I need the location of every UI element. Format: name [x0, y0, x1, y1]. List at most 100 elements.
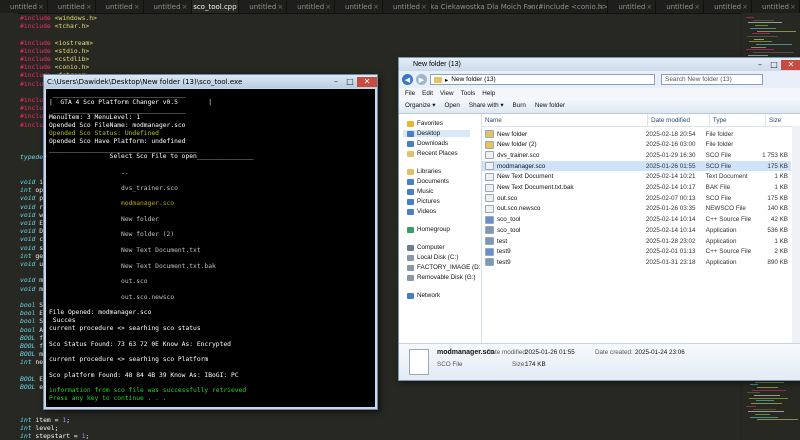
console-titlebar[interactable]: C:\Users\Dawidek\Desktop\New folder (13)…: [44, 75, 377, 88]
address-bar[interactable]: ▸ New folder (13): [430, 74, 655, 85]
editor-tab[interactable]: sco_tool.cpp ×: [191, 0, 240, 13]
editor-tab[interactable]: untitled ×: [287, 0, 336, 13]
editor-tab[interactable]: untitled ×: [96, 0, 144, 13]
maximize-button[interactable]: □: [343, 77, 357, 87]
close-button[interactable]: ✕: [357, 76, 377, 87]
explorer-window[interactable]: New folder (13) – □ ✕ ◀ ▶ ▸ New folder (…: [398, 57, 800, 381]
explorer-titlebar[interactable]: New folder (13) – □ ✕: [399, 58, 800, 71]
close-tab-icon[interactable]: ×: [182, 3, 188, 11]
file-row[interactable]: sco_tool 2025-02-14 10:14 C++ Source File 4…: [482, 215, 791, 225]
close-tab-icon[interactable]: ×: [134, 3, 140, 11]
toolbar-button[interactable]: Open: [444, 102, 459, 109]
menu-item[interactable]: Help: [482, 90, 495, 97]
column-type[interactable]: Type: [710, 114, 767, 126]
vertical-scrollbar[interactable]: [792, 126, 800, 343]
menu-item[interactable]: View: [440, 90, 454, 97]
close-tab-icon[interactable]: ×: [599, 3, 605, 11]
editor-tab[interactable]: untitled ×: [335, 0, 383, 13]
toolbar-button[interactable]: Burn: [513, 102, 526, 109]
nav-item[interactable]: Removable Disk (G:): [407, 274, 475, 281]
close-button[interactable]: ✕: [781, 59, 800, 70]
column-size[interactable]: Size: [766, 114, 800, 126]
nav-item[interactable]: Pictures: [407, 198, 440, 205]
close-tab-icon[interactable]: ×: [86, 3, 92, 11]
minimap-line: [746, 17, 754, 18]
file-row[interactable]: dvs_trainer.sco 2025-01-29 16:30 SCO File 1…: [482, 150, 791, 160]
toolbar-button[interactable]: Share with ▾: [469, 102, 504, 109]
file-row[interactable]: test9 2025-01-31 23:18 Application 890 KB: [482, 257, 791, 267]
close-tab-icon[interactable]: ×: [694, 3, 700, 11]
editor-tab[interactable]: untitled ×: [48, 0, 96, 13]
close-tab-icon[interactable]: ×: [325, 3, 331, 11]
close-tab-icon[interactable]: ×: [373, 3, 379, 11]
file-row[interactable]: out.sco 2025-02-07 00:13 SCO File 175 KB: [482, 193, 791, 203]
code-token: typede: [20, 153, 44, 162]
close-tab-icon[interactable]: ×: [38, 3, 44, 11]
file-row[interactable]: modmanager.sco 2025-01-26 01:55 SCO File 17…: [482, 161, 791, 172]
file-row[interactable]: sco_tool 2025-02-14 10:14 Application 536 K…: [482, 225, 791, 235]
editor-tab[interactable]: untitled ×: [239, 0, 288, 13]
editor-tab[interactable]: untitled ×: [752, 0, 800, 13]
code-line: void w: [20, 211, 43, 219]
forward-button[interactable]: ▶: [416, 74, 427, 85]
close-tab-icon[interactable]: ×: [230, 3, 236, 11]
nav-item[interactable]: Downloads: [407, 140, 448, 147]
toolbar-button[interactable]: New folder: [535, 102, 565, 109]
nav-item[interactable]: Libraries: [407, 168, 441, 175]
console-title: C:\Users\Dawidek\Desktop\New folder (13)…: [47, 77, 243, 86]
file-row[interactable]: New Text Document 2025-02-14 10:21 Text Do…: [482, 172, 791, 182]
back-button[interactable]: ◀: [402, 74, 413, 85]
file-size: 175 KB: [767, 162, 788, 170]
editor-tab[interactable]: Taka Ciekawostka Dla Moich Fanów×: [431, 0, 539, 13]
details-date-modified-label: Date modified:: [487, 349, 528, 356]
file-row[interactable]: test 2025-01-28 23:02 Application 1 KB: [482, 236, 791, 246]
minimap-line: [754, 395, 780, 396]
file-row[interactable]: New Text Document.txt.bak 2025-02-14 10:1…: [482, 183, 791, 193]
nav-item[interactable]: Network: [407, 292, 440, 299]
file-row[interactable]: out.sco.newsco 2025-01-26 03:35 NEWSCO Fil…: [482, 204, 791, 214]
file-date: 2025-02-14 10:14: [645, 216, 696, 224]
file-row[interactable]: test9 2025-02-01 01:13 C++ Source File 2 KB: [482, 247, 791, 257]
nav-item[interactable]: Music: [407, 188, 433, 195]
close-tab-icon[interactable]: ×: [529, 3, 535, 11]
editor-tab[interactable]: untitled ×: [704, 0, 753, 13]
column-name[interactable]: Name: [482, 114, 649, 126]
console-window[interactable]: C:\Users\Dawidek\Desktop\New folder (13)…: [43, 74, 378, 410]
nav-item[interactable]: Desktop: [403, 130, 471, 137]
editor-tab-label: untitled: [57, 2, 85, 11]
editor-tab[interactable]: #include <conio.h> ×: [539, 0, 609, 13]
nav-item[interactable]: Recent Places: [407, 150, 458, 157]
column-date-modified[interactable]: Date modified: [648, 114, 710, 126]
close-tab-icon[interactable]: ×: [646, 3, 652, 11]
file-row[interactable]: New folder (2) 2025-02-16 03:00 File folde…: [482, 140, 791, 150]
search-input[interactable]: Search New folder (13): [661, 74, 763, 85]
close-tab-icon[interactable]: ×: [277, 3, 283, 11]
menu-item[interactable]: Tools: [461, 90, 476, 97]
minimize-button[interactable]: –: [329, 77, 343, 87]
close-tab-icon[interactable]: ×: [790, 3, 796, 11]
nav-item[interactable]: Videos: [407, 208, 436, 215]
nav-item[interactable]: Favorites: [407, 120, 443, 127]
editor-tab[interactable]: untitled ×: [0, 0, 48, 13]
nav-item[interactable]: FACTORY_IMAGE (D:: [407, 264, 480, 271]
menu-item[interactable]: Edit: [422, 90, 433, 97]
toolbar-button[interactable]: Organize ▾: [405, 102, 435, 109]
editor-tab[interactable]: untitled ×: [656, 0, 705, 13]
close-tab-icon[interactable]: ×: [421, 3, 427, 11]
nav-item[interactable]: Local Disk (C:): [407, 254, 458, 261]
menu-item[interactable]: File: [405, 90, 415, 97]
file-row[interactable]: New folder 2025-02-18 20:54 File folder: [482, 129, 791, 139]
nav-item[interactable]: Documents: [407, 178, 449, 185]
minimize-button[interactable]: –: [753, 60, 767, 70]
code-token: int: [20, 432, 36, 440]
editor-tab[interactable]: untitled ×: [608, 0, 657, 13]
code-line: int ne: [20, 358, 43, 366]
editor-tab[interactable]: untitled ×: [383, 0, 431, 13]
nav-item[interactable]: Homegroup: [407, 226, 450, 233]
nav-item[interactable]: Computer: [407, 244, 445, 251]
maximize-button[interactable]: □: [767, 60, 781, 70]
console-line: Opended Sco FileName: modmanager.sco: [49, 122, 186, 130]
code-token: bool: [20, 309, 40, 318]
editor-tab[interactable]: untitled ×: [144, 0, 192, 13]
close-tab-icon[interactable]: ×: [742, 3, 748, 11]
